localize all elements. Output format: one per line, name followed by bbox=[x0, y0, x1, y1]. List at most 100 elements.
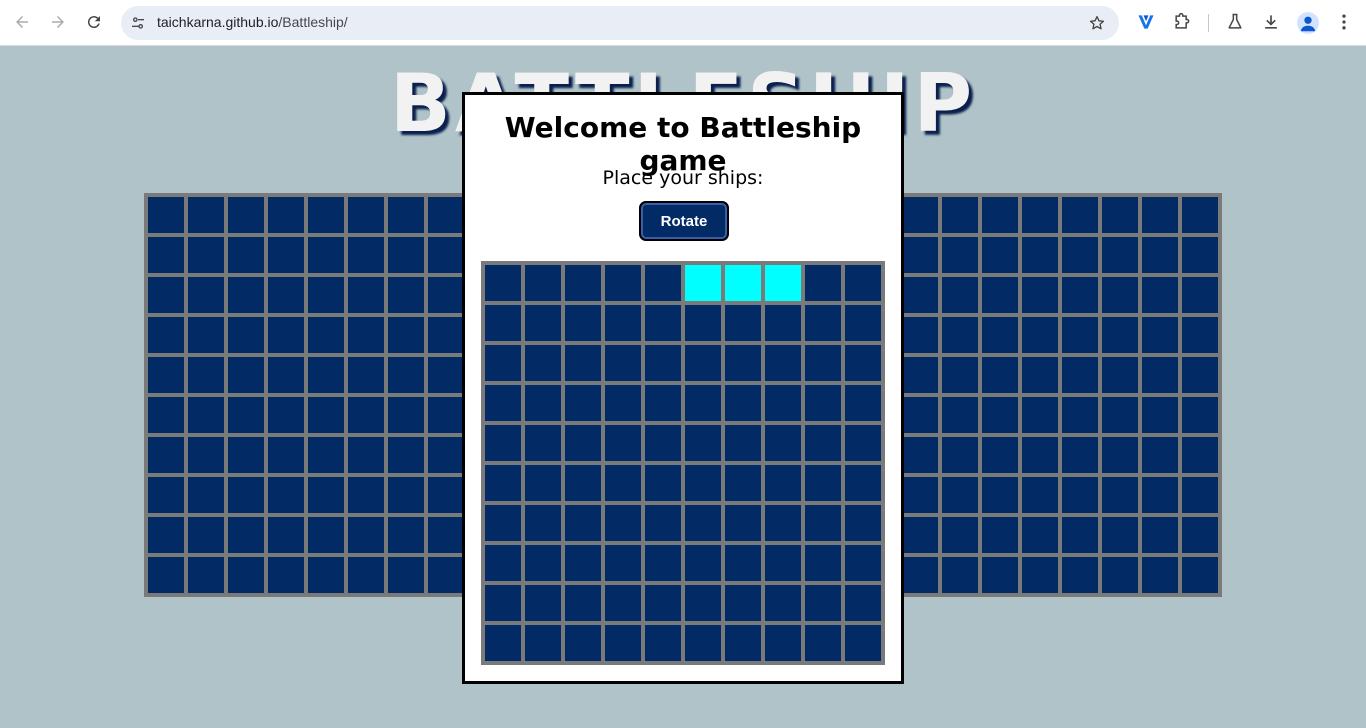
grid-cell[interactable] bbox=[485, 305, 521, 341]
grid-cell[interactable] bbox=[485, 345, 521, 381]
grid-cell[interactable] bbox=[725, 425, 761, 461]
grid-cell[interactable] bbox=[645, 305, 681, 341]
grid-cell[interactable] bbox=[485, 585, 521, 621]
grid-cell[interactable] bbox=[805, 545, 841, 581]
grid-cell[interactable] bbox=[485, 265, 521, 301]
grid-cell[interactable] bbox=[845, 425, 881, 461]
grid-cell[interactable] bbox=[485, 505, 521, 541]
grid-cell[interactable] bbox=[685, 625, 721, 661]
grid-cell[interactable] bbox=[765, 385, 801, 421]
grid-cell[interactable] bbox=[845, 545, 881, 581]
grid-cell[interactable] bbox=[525, 585, 561, 621]
grid-cell[interactable] bbox=[805, 265, 841, 301]
grid-cell[interactable] bbox=[765, 505, 801, 541]
grid-cell[interactable] bbox=[485, 465, 521, 501]
grid-cell[interactable] bbox=[645, 345, 681, 381]
grid-cell[interactable] bbox=[725, 545, 761, 581]
grid-cell[interactable] bbox=[605, 505, 641, 541]
grid-cell[interactable] bbox=[845, 465, 881, 501]
ship-preview-cell[interactable] bbox=[685, 265, 721, 301]
grid-cell[interactable] bbox=[805, 425, 841, 461]
grid-cell[interactable] bbox=[765, 305, 801, 341]
grid-cell[interactable] bbox=[565, 425, 601, 461]
grid-cell[interactable] bbox=[525, 425, 561, 461]
rotate-button[interactable]: Rotate bbox=[639, 201, 729, 241]
grid-cell[interactable] bbox=[685, 545, 721, 581]
grid-cell[interactable] bbox=[805, 585, 841, 621]
grid-cell[interactable] bbox=[565, 625, 601, 661]
grid-cell[interactable] bbox=[485, 385, 521, 421]
grid-cell[interactable] bbox=[765, 465, 801, 501]
grid-cell[interactable] bbox=[525, 385, 561, 421]
site-info-icon[interactable] bbox=[128, 13, 148, 33]
ship-preview-cell[interactable] bbox=[765, 265, 801, 301]
grid-cell[interactable] bbox=[645, 425, 681, 461]
grid-cell[interactable] bbox=[645, 505, 681, 541]
grid-cell[interactable] bbox=[565, 505, 601, 541]
grid-cell[interactable] bbox=[845, 305, 881, 341]
grid-cell[interactable] bbox=[605, 425, 641, 461]
grid-cell[interactable] bbox=[605, 385, 641, 421]
grid-cell[interactable] bbox=[725, 585, 761, 621]
grid-cell[interactable] bbox=[845, 625, 881, 661]
grid-cell[interactable] bbox=[565, 545, 601, 581]
grid-cell[interactable] bbox=[525, 305, 561, 341]
grid-cell[interactable] bbox=[565, 465, 601, 501]
back-icon[interactable] bbox=[8, 8, 36, 36]
grid-cell[interactable] bbox=[805, 465, 841, 501]
grid-cell[interactable] bbox=[605, 585, 641, 621]
labs-flask-icon[interactable] bbox=[1222, 9, 1248, 35]
grid-cell[interactable] bbox=[525, 345, 561, 381]
grid-cell[interactable] bbox=[685, 425, 721, 461]
grid-cell[interactable] bbox=[685, 585, 721, 621]
grid-cell[interactable] bbox=[565, 265, 601, 301]
grid-cell[interactable] bbox=[685, 465, 721, 501]
grid-cell[interactable] bbox=[765, 585, 801, 621]
grid-cell[interactable] bbox=[605, 265, 641, 301]
grid-cell[interactable] bbox=[805, 505, 841, 541]
grid-cell[interactable] bbox=[485, 545, 521, 581]
grid-cell[interactable] bbox=[685, 385, 721, 421]
grid-cell[interactable] bbox=[645, 265, 681, 301]
grid-cell[interactable] bbox=[645, 585, 681, 621]
address-bar[interactable]: taichkarna.github.io/Battleship/ bbox=[121, 6, 1119, 40]
grid-cell[interactable] bbox=[525, 465, 561, 501]
extension-shield-icon[interactable] bbox=[1133, 9, 1159, 35]
download-icon[interactable] bbox=[1258, 9, 1284, 35]
placement-board[interactable] bbox=[481, 261, 885, 665]
grid-cell[interactable] bbox=[645, 385, 681, 421]
grid-cell[interactable] bbox=[845, 385, 881, 421]
grid-cell[interactable] bbox=[725, 465, 761, 501]
grid-cell[interactable] bbox=[525, 265, 561, 301]
grid-cell[interactable] bbox=[645, 625, 681, 661]
grid-cell[interactable] bbox=[565, 585, 601, 621]
grid-cell[interactable] bbox=[805, 385, 841, 421]
grid-cell[interactable] bbox=[845, 265, 881, 301]
grid-cell[interactable] bbox=[645, 545, 681, 581]
grid-cell[interactable] bbox=[765, 545, 801, 581]
ship-preview-cell[interactable] bbox=[725, 265, 761, 301]
grid-cell[interactable] bbox=[805, 305, 841, 341]
grid-cell[interactable] bbox=[685, 345, 721, 381]
grid-cell[interactable] bbox=[525, 625, 561, 661]
grid-cell[interactable] bbox=[845, 505, 881, 541]
profile-icon[interactable] bbox=[1297, 12, 1319, 34]
grid-cell[interactable] bbox=[605, 625, 641, 661]
grid-cell[interactable] bbox=[565, 345, 601, 381]
bookmark-star-icon[interactable] bbox=[1087, 13, 1107, 33]
grid-cell[interactable] bbox=[485, 625, 521, 661]
grid-cell[interactable] bbox=[805, 345, 841, 381]
grid-cell[interactable] bbox=[765, 425, 801, 461]
grid-cell[interactable] bbox=[845, 585, 881, 621]
grid-cell[interactable] bbox=[725, 625, 761, 661]
grid-cell[interactable] bbox=[525, 545, 561, 581]
grid-cell[interactable] bbox=[525, 505, 561, 541]
grid-cell[interactable] bbox=[685, 305, 721, 341]
extensions-puzzle-icon[interactable] bbox=[1169, 9, 1195, 35]
grid-cell[interactable] bbox=[685, 505, 721, 541]
grid-cell[interactable] bbox=[765, 345, 801, 381]
grid-cell[interactable] bbox=[605, 345, 641, 381]
grid-cell[interactable] bbox=[725, 385, 761, 421]
reload-icon[interactable] bbox=[80, 8, 108, 36]
grid-cell[interactable] bbox=[725, 305, 761, 341]
